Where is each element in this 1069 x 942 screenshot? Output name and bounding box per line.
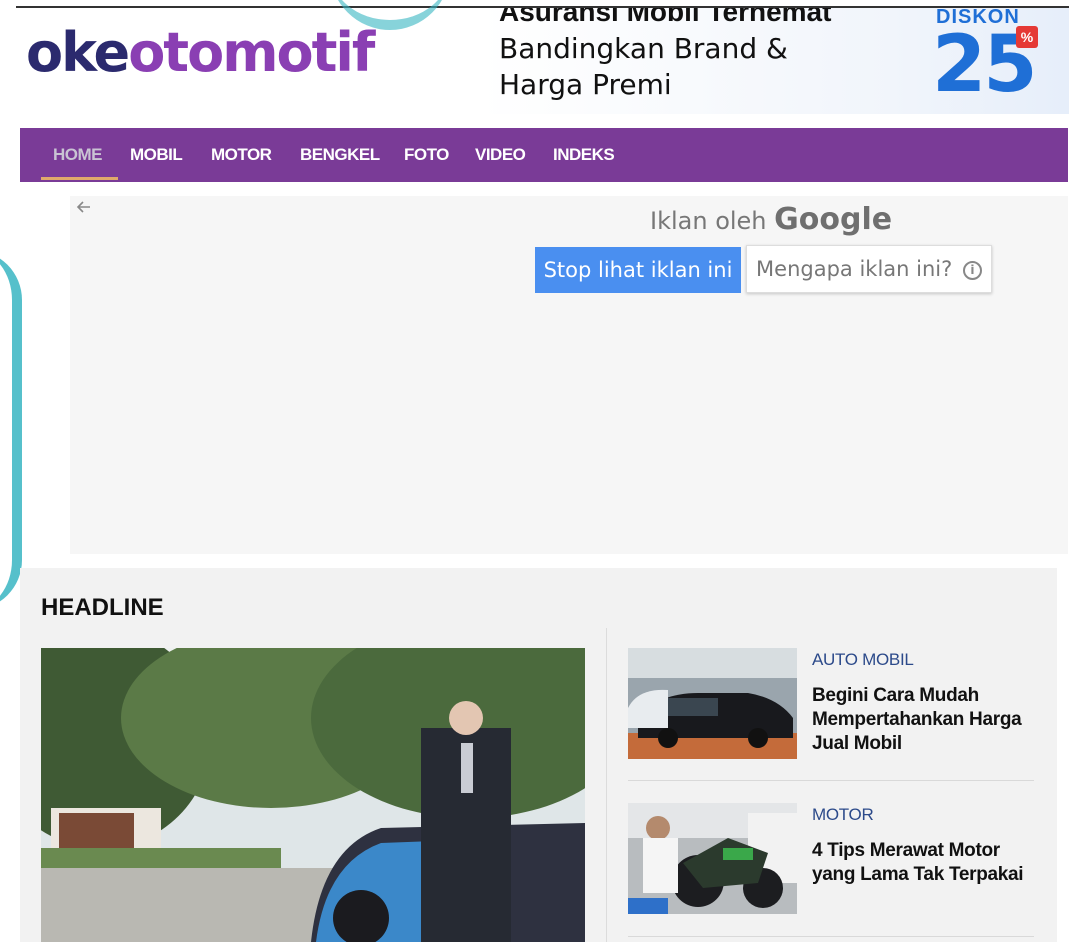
percent-badge-icon: %	[1016, 26, 1038, 48]
arrow-left-icon[interactable]	[76, 198, 92, 221]
article-thumbnail	[628, 803, 797, 914]
list-divider	[628, 936, 1034, 937]
nav-active-underline	[41, 177, 118, 180]
nav-item-home[interactable]: HOME	[53, 128, 103, 182]
why-this-ad-label: Mengapa iklan ini?	[756, 257, 953, 281]
nav-item-indeks[interactable]: INDEKS	[553, 128, 615, 182]
nav-item-mobil[interactable]: MOBIL	[130, 128, 183, 182]
google-logo: Google	[774, 202, 893, 237]
nav-item-foto[interactable]: FOTO	[404, 128, 449, 182]
nav-item-motor[interactable]: MOTOR	[211, 128, 272, 182]
main-nav: HOME MOBIL MOTOR BENGKEL FOTO VIDEO INDE…	[20, 128, 1068, 182]
ad-attribution-prefix: Iklan oleh	[650, 207, 767, 235]
logo-part-otomotif: otomotif	[128, 21, 375, 84]
insurance-ad-banner[interactable]: Asuransi Mobil Terhemat Bandingkan Brand…	[480, 8, 1069, 114]
headline-main-image[interactable]	[41, 648, 585, 942]
nav-item-video[interactable]: VIDEO	[475, 128, 526, 182]
google-ad-panel: Iklan oleh Google Stop lihat iklan ini M…	[70, 196, 1068, 554]
article-category: MOTOR	[812, 805, 874, 824]
info-icon: i	[962, 260, 982, 280]
site-logo[interactable]: okeotomotif	[26, 18, 375, 88]
article-category: AUTO MOBIL	[812, 650, 914, 669]
column-divider	[606, 628, 607, 942]
article-title[interactable]: Begini Cara Mudah Mempertahankan Harga J…	[812, 684, 1034, 756]
list-divider	[628, 780, 1034, 781]
article-title[interactable]: 4 Tips Merawat Motor yang Lama Tak Terpa…	[812, 839, 1034, 887]
ad-headline: Asuransi Mobil Terhemat	[499, 8, 832, 27]
logo-part-oke: oke	[26, 21, 130, 84]
decorative-arc	[0, 250, 22, 610]
ad-line-2: Harga Premi	[499, 68, 672, 101]
headline-section: HEADLINE AUTO MOBIL Begini Cara Mudah Me…	[20, 568, 1057, 942]
stop-ad-button[interactable]: Stop lihat iklan ini	[535, 247, 741, 293]
article-thumbnail	[628, 648, 797, 759]
section-title: HEADLINE	[41, 594, 164, 621]
why-this-ad-button[interactable]: Mengapa iklan ini? i	[746, 245, 992, 293]
ad-attribution: Iklan oleh Google	[650, 202, 892, 237]
ad-line-1: Bandingkan Brand &	[499, 32, 788, 65]
nav-item-bengkel[interactable]: BENGKEL	[300, 128, 380, 182]
